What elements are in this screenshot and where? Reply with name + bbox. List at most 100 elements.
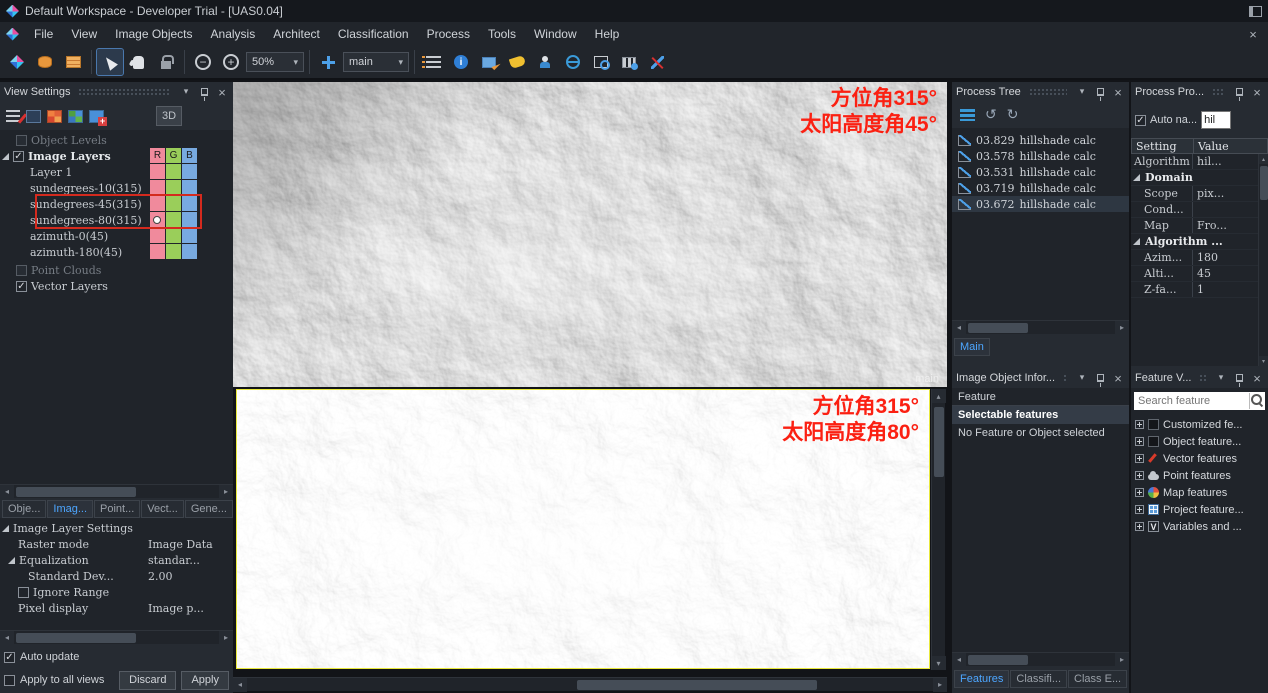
expander-icon[interactable]: [8, 557, 15, 564]
scroll-right-icon[interactable]: [1115, 653, 1129, 667]
object-info-icon[interactable]: [448, 49, 474, 75]
apply-all-checkbox[interactable]: [4, 675, 15, 686]
edit-image-layer-icon[interactable]: [476, 49, 502, 75]
property-row[interactable]: Cond...: [1131, 202, 1258, 218]
tab-object[interactable]: Obje...: [2, 500, 46, 518]
r-cell[interactable]: [150, 196, 165, 211]
property-row[interactable]: Map Fro...: [1131, 218, 1258, 234]
samples-icon[interactable]: [532, 49, 558, 75]
property-row[interactable]: Alti... 45: [1131, 266, 1258, 282]
vertical-scrollbar[interactable]: [1258, 154, 1268, 366]
checkbox[interactable]: [13, 151, 24, 162]
layer-row[interactable]: Layer 1: [0, 164, 233, 180]
layer-row[interactable]: azimuth-180(45): [0, 244, 233, 260]
b-cell[interactable]: [182, 228, 197, 243]
feature-group-vector[interactable]: Vector features: [1135, 450, 1268, 467]
property-group-row[interactable]: Domain: [1131, 170, 1258, 186]
close-icon[interactable]: [1111, 371, 1125, 385]
b-cell[interactable]: [182, 244, 197, 259]
search-input[interactable]: [1138, 395, 1249, 407]
tab-class-evaluation[interactable]: Class E...: [1068, 670, 1127, 688]
tab-point[interactable]: Point...: [94, 500, 140, 518]
expand-plus-icon[interactable]: [1135, 522, 1144, 531]
viewport-hillshade-45[interactable]: 方位角315° 太阳高度角45° main: [233, 82, 947, 387]
active-layer-dot[interactable]: [153, 216, 161, 224]
tab-image[interactable]: Imag...: [47, 500, 93, 518]
menu-image-objects[interactable]: Image Objects: [106, 24, 201, 44]
view-select[interactable]: main: [343, 52, 409, 72]
pan-hand-icon[interactable]: [125, 49, 151, 75]
g-cell[interactable]: [166, 228, 181, 243]
update-view-icon[interactable]: [560, 49, 586, 75]
horizontal-scrollbar[interactable]: [952, 320, 1129, 334]
process-list-icon[interactable]: [960, 109, 975, 121]
scroll-down-icon[interactable]: [1259, 356, 1268, 366]
scroll-left-icon[interactable]: [952, 321, 966, 335]
tree-item-object-levels[interactable]: Object Levels: [0, 132, 233, 148]
workspace-table-icon[interactable]: [60, 49, 86, 75]
scroll-right-icon[interactable]: [219, 485, 233, 499]
chevron-down-icon[interactable]: [1075, 85, 1089, 99]
r-cell[interactable]: [150, 244, 165, 259]
tab-features[interactable]: Features: [954, 670, 1009, 688]
settings-row[interactable]: Equalization standar...: [0, 552, 233, 568]
checkbox[interactable]: [16, 281, 27, 292]
split-view-blue-icon[interactable]: [68, 110, 83, 123]
navigate-icon[interactable]: [315, 49, 341, 75]
tab-general[interactable]: Gene...: [185, 500, 233, 518]
expander-icon[interactable]: [2, 525, 9, 532]
chevron-down-icon[interactable]: [1214, 371, 1228, 385]
tab-classification[interactable]: Classifi...: [1010, 670, 1067, 688]
expand-plus-icon[interactable]: [1135, 420, 1144, 429]
process-name-input[interactable]: [1201, 111, 1231, 129]
new-workspace-icon[interactable]: [4, 49, 30, 75]
settings-row[interactable]: Raster mode Image Data: [0, 536, 233, 552]
layer-row[interactable]: azimuth-0(45): [0, 228, 233, 244]
feature-group-variables[interactable]: Variables and ...: [1135, 518, 1268, 535]
tree-item-point-clouds[interactable]: Point Clouds: [0, 262, 233, 278]
drag-handle[interactable]: [1063, 374, 1067, 382]
settings-root-row[interactable]: Image Layer Settings: [0, 520, 233, 536]
layer-row[interactable]: sundegrees-10(315): [0, 180, 233, 196]
process-item[interactable]: 03.829 hillshade calc: [952, 132, 1129, 148]
edit-disabled-icon[interactable]: [644, 49, 670, 75]
menu-view[interactable]: View: [62, 24, 106, 44]
drag-handle[interactable]: [1029, 88, 1067, 96]
r-cell[interactable]: [150, 228, 165, 243]
g-cell[interactable]: [166, 180, 181, 195]
layer-row[interactable]: sundegrees-45(315): [0, 196, 233, 212]
horizontal-scrollbar[interactable]: [0, 484, 233, 498]
feature-group-map[interactable]: Map features: [1135, 484, 1268, 501]
process-item[interactable]: 03.719 hillshade calc: [952, 180, 1129, 196]
r-cell[interactable]: [150, 180, 165, 195]
feature-group-project[interactable]: Project feature...: [1135, 501, 1268, 518]
r-cell[interactable]: [150, 164, 165, 179]
tree-item-vector-layers[interactable]: Vector Layers: [0, 278, 233, 294]
scroll-left-icon[interactable]: [233, 678, 247, 692]
g-cell[interactable]: [166, 164, 181, 179]
drag-handle[interactable]: [78, 88, 171, 96]
menu-window[interactable]: Window: [525, 24, 586, 44]
redo-icon[interactable]: [1007, 107, 1019, 123]
g-cell[interactable]: [166, 212, 181, 227]
feature-search-box[interactable]: [1134, 392, 1265, 410]
menu-help[interactable]: Help: [586, 24, 629, 44]
scroll-down-icon[interactable]: [932, 656, 946, 670]
scroll-up-icon[interactable]: [932, 389, 946, 403]
property-row[interactable]: Scope pix...: [1131, 186, 1258, 202]
drag-handle[interactable]: [1199, 374, 1206, 382]
chevron-down-icon[interactable]: [179, 85, 193, 99]
process-item[interactable]: 03.531 hillshade calc: [952, 164, 1129, 180]
settings-row[interactable]: Pixel display Image p...: [0, 600, 233, 616]
zoom-area-icon[interactable]: [588, 49, 614, 75]
chevron-down-icon[interactable]: [1075, 371, 1089, 385]
scroll-up-icon[interactable]: [1259, 154, 1268, 164]
close-icon[interactable]: [1250, 85, 1264, 99]
tab-main[interactable]: Main: [954, 338, 990, 356]
horizontal-scrollbar[interactable]: [0, 630, 233, 644]
process-item[interactable]: 03.578 hillshade calc: [952, 148, 1129, 164]
layer-row[interactable]: sundegrees-80(315): [0, 212, 233, 228]
selectable-features-row[interactable]: Selectable features: [952, 406, 1129, 424]
menu-architect[interactable]: Architect: [264, 24, 329, 44]
single-view-icon[interactable]: [26, 110, 41, 123]
